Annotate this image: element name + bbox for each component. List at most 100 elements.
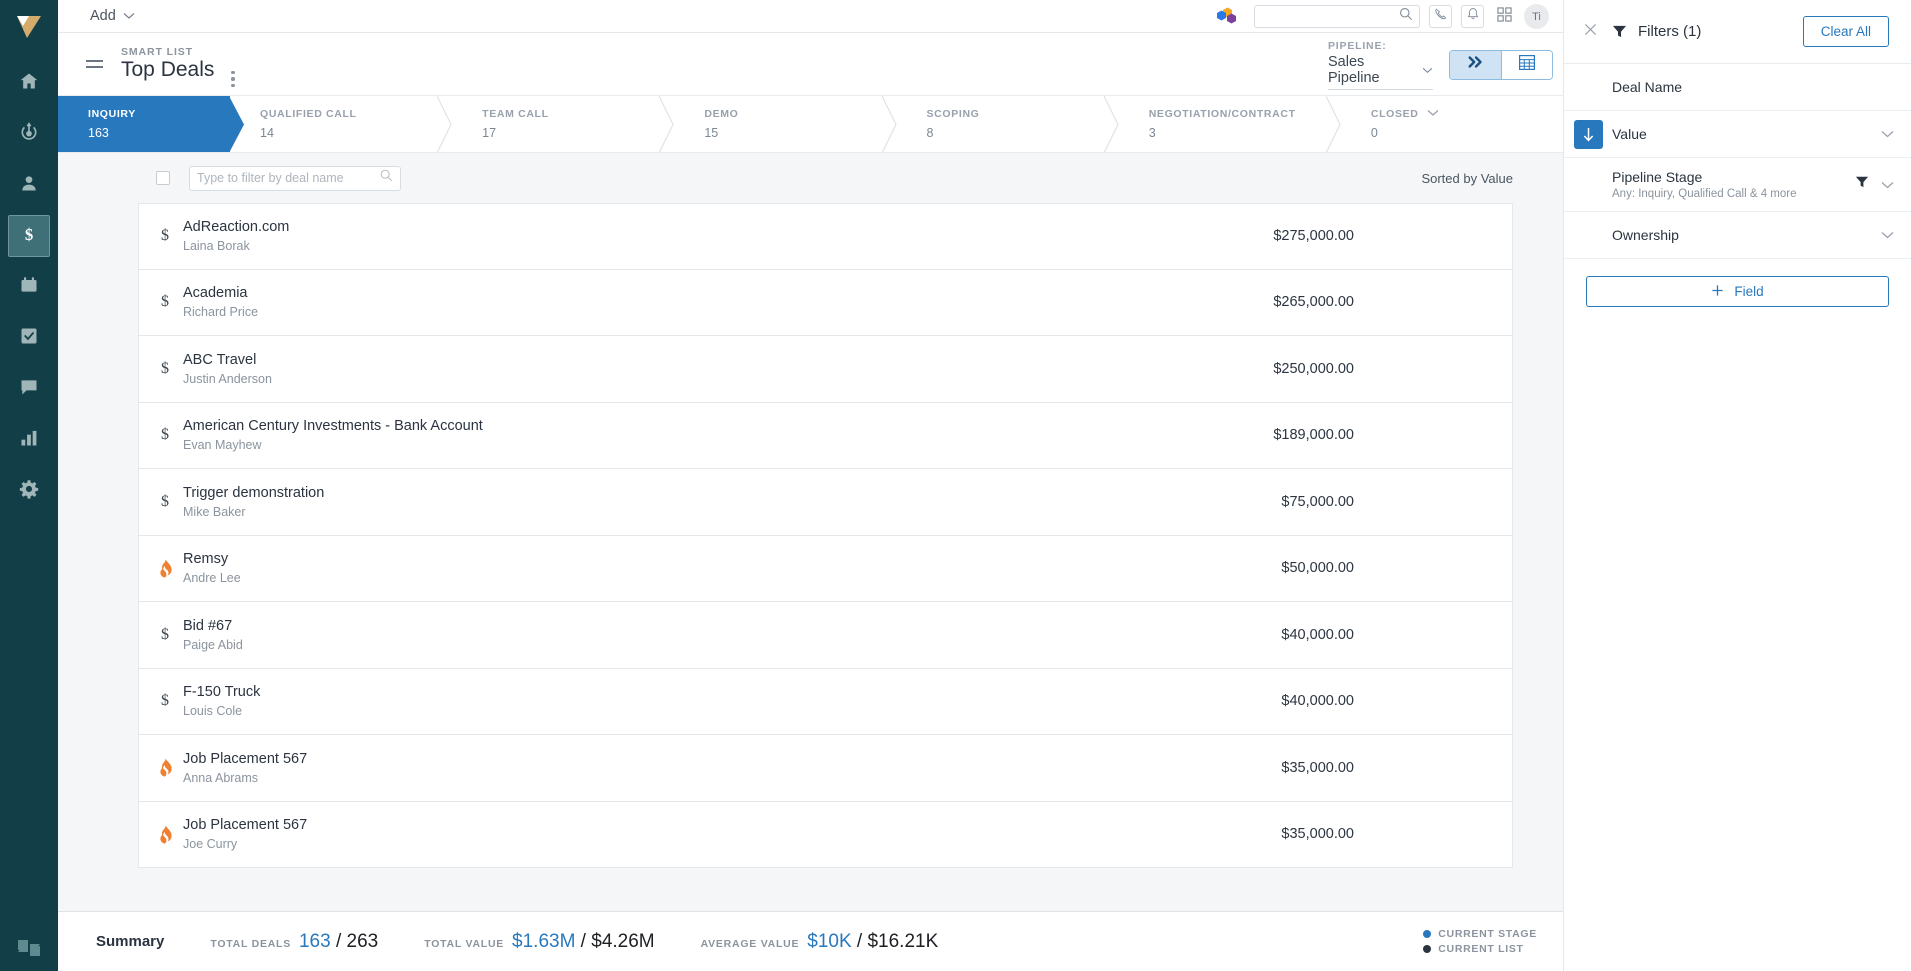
deal-name[interactable]: American Century Investments - Bank Acco… (183, 418, 1273, 434)
apps-button[interactable] (1493, 5, 1515, 28)
deal-name[interactable]: Trigger demonstration (183, 485, 1281, 501)
deal-name[interactable]: AdReaction.com (183, 219, 1273, 235)
sidebar-item-tasks[interactable] (8, 317, 50, 359)
page-title: Top Deals (121, 59, 214, 81)
deal-text: AcademiaRichard Price (183, 285, 1273, 319)
deal-row[interactable]: $Bid #67Paige Abid$40,000.00 (138, 602, 1513, 669)
deal-row[interactable]: Job Placement 567Joe Curry$35,000.00 (138, 802, 1513, 869)
task-check-icon (19, 326, 39, 351)
phone-button[interactable] (1429, 5, 1452, 28)
clear-all-button[interactable]: Clear All (1803, 16, 1889, 47)
search-input[interactable] (1261, 10, 1399, 24)
deal-row[interactable]: $AcademiaRichard Price$265,000.00 (138, 270, 1513, 337)
table-view-button[interactable] (1501, 51, 1552, 79)
chevron-down-icon[interactable] (1427, 108, 1439, 120)
summary-stat-separator: / (852, 931, 868, 952)
pipeline-stage-demo[interactable]: DEMO15 (674, 96, 896, 152)
add-field-button[interactable]: Field (1586, 276, 1889, 307)
filter-row-pipeline-stage[interactable]: Pipeline StageAny: Inquiry, Qualified Ca… (1564, 158, 1911, 212)
legend-item: CURRENT LIST (1423, 943, 1537, 955)
brand-triangle-logo[interactable] (11, 10, 47, 44)
deal-name[interactable]: Bid #67 (183, 618, 1281, 634)
deal-name[interactable]: Job Placement 567 (183, 817, 1281, 833)
deal-name[interactable]: Remsy (183, 551, 1281, 567)
deal-name[interactable]: Academia (183, 285, 1273, 301)
chevron-down-icon[interactable] (1881, 176, 1894, 194)
list-menu-button[interactable] (86, 60, 103, 67)
deal-value: $189,000.00 (1273, 427, 1354, 443)
stage-count: 8 (927, 126, 1119, 140)
deal-row[interactable]: $AdReaction.comLaina Borak$275,000.00 (138, 203, 1513, 270)
list-options-button[interactable] (231, 71, 234, 87)
deal-row[interactable]: Job Placement 567Anna Abrams$35,000.00 (138, 735, 1513, 802)
svg-text:$: $ (25, 224, 33, 243)
legend-item: CURRENT STAGE (1423, 928, 1537, 940)
deal-name-filter[interactable] (189, 166, 401, 191)
kanban-view-button[interactable] (1450, 51, 1501, 79)
zendesk-logo[interactable] (0, 935, 58, 961)
filter-row-actions (1855, 175, 1894, 194)
deal-row[interactable]: $F-150 TruckLouis Cole$40,000.00 (138, 669, 1513, 736)
pipeline-stage-closed[interactable]: CLOSED0 (1341, 96, 1563, 152)
deal-row[interactable]: $Trigger demonstrationMike Baker$75,000.… (138, 469, 1513, 536)
deal-name[interactable]: Job Placement 567 (183, 751, 1281, 767)
chevron-down-icon[interactable] (1881, 125, 1894, 143)
dollar-icon: $ (147, 493, 183, 511)
pipeline-stage-negotiation-contract[interactable]: NEGOTIATION/CONTRACT3 (1119, 96, 1341, 152)
avatar[interactable]: Ti (1524, 4, 1549, 29)
sidebar-item-settings[interactable] (8, 470, 50, 512)
deal-value: $40,000.00 (1281, 693, 1354, 709)
deal-filter-input[interactable] (197, 171, 380, 185)
chevron-down-icon (1422, 62, 1433, 78)
deal-text: Job Placement 567Anna Abrams (183, 751, 1281, 785)
filter-row-deal-name[interactable]: Deal Name (1564, 64, 1911, 111)
stage-separator (659, 96, 674, 153)
pipeline-stage-scoping[interactable]: SCOPING8 (897, 96, 1119, 152)
summary-stat-label: TOTAL DEALS (210, 938, 291, 950)
dollar-glyph: $ (161, 227, 169, 245)
global-search[interactable] (1254, 5, 1420, 28)
funnel-icon[interactable] (1855, 175, 1869, 194)
sidebar-item-deals[interactable]: $ (8, 215, 50, 257)
arrow-down-icon[interactable] (1574, 120, 1603, 149)
pipeline-selector[interactable]: PIPELINE: Sales Pipeline (1328, 40, 1433, 90)
pipeline-stage-qualified-call[interactable]: QUALIFIED CALL14 (230, 96, 452, 152)
deal-name[interactable]: ABC Travel (183, 352, 1273, 368)
deals-list[interactable]: $AdReaction.comLaina Borak$275,000.00$Ac… (58, 203, 1563, 911)
filter-row-ownership[interactable]: Ownership (1564, 212, 1911, 259)
deal-row[interactable]: $American Century Investments - Bank Acc… (138, 403, 1513, 470)
stage-count: 0 (1371, 126, 1563, 140)
close-filters-button[interactable] (1582, 24, 1598, 40)
pipeline-dropdown[interactable]: Sales Pipeline (1328, 54, 1433, 90)
stage-name: TEAM CALL (482, 108, 674, 120)
dollar-icon: $ (147, 293, 183, 311)
sidebar-item-leads[interactable] (8, 113, 50, 155)
filter-row-value[interactable]: Value (1564, 111, 1911, 158)
sidebar-item-home[interactable] (8, 62, 50, 104)
stage-count: 14 (260, 126, 452, 140)
add-button-label: Add (90, 8, 116, 24)
sidebar-item-reports[interactable] (8, 419, 50, 461)
stage-count: 17 (482, 126, 674, 140)
notifications-button[interactable] (1461, 5, 1484, 28)
gear-icon (19, 479, 39, 504)
deal-row[interactable]: $ABC TravelJustin Anderson$250,000.00 (138, 336, 1513, 403)
deal-name[interactable]: F-150 Truck (183, 684, 1281, 700)
stage-separator (882, 96, 897, 153)
sidebar-item-contacts[interactable] (8, 164, 50, 206)
summary-title: Summary (96, 933, 164, 950)
select-all-checkbox[interactable] (156, 171, 170, 185)
deal-owner: Evan Mayhew (183, 438, 1273, 452)
sidebar-item-chat[interactable] (8, 368, 50, 410)
filter-row-text: Ownership (1612, 227, 1679, 243)
chevron-down-icon[interactable] (1881, 226, 1894, 244)
legend-label: CURRENT STAGE (1438, 928, 1537, 940)
deal-row[interactable]: RemsyAndre Lee$50,000.00 (138, 536, 1513, 603)
filter-row-label: Ownership (1612, 227, 1679, 243)
pipeline-stage-team-call[interactable]: TEAM CALL 17 (452, 96, 674, 152)
filter-row-text: Deal Name (1612, 79, 1682, 95)
pipeline-stage-inquiry[interactable]: INQUIRY163 (58, 96, 230, 152)
sidebar-item-calendar[interactable] (8, 266, 50, 308)
integration-hex-logo[interactable] (1215, 4, 1245, 30)
add-button[interactable]: Add (90, 8, 135, 24)
